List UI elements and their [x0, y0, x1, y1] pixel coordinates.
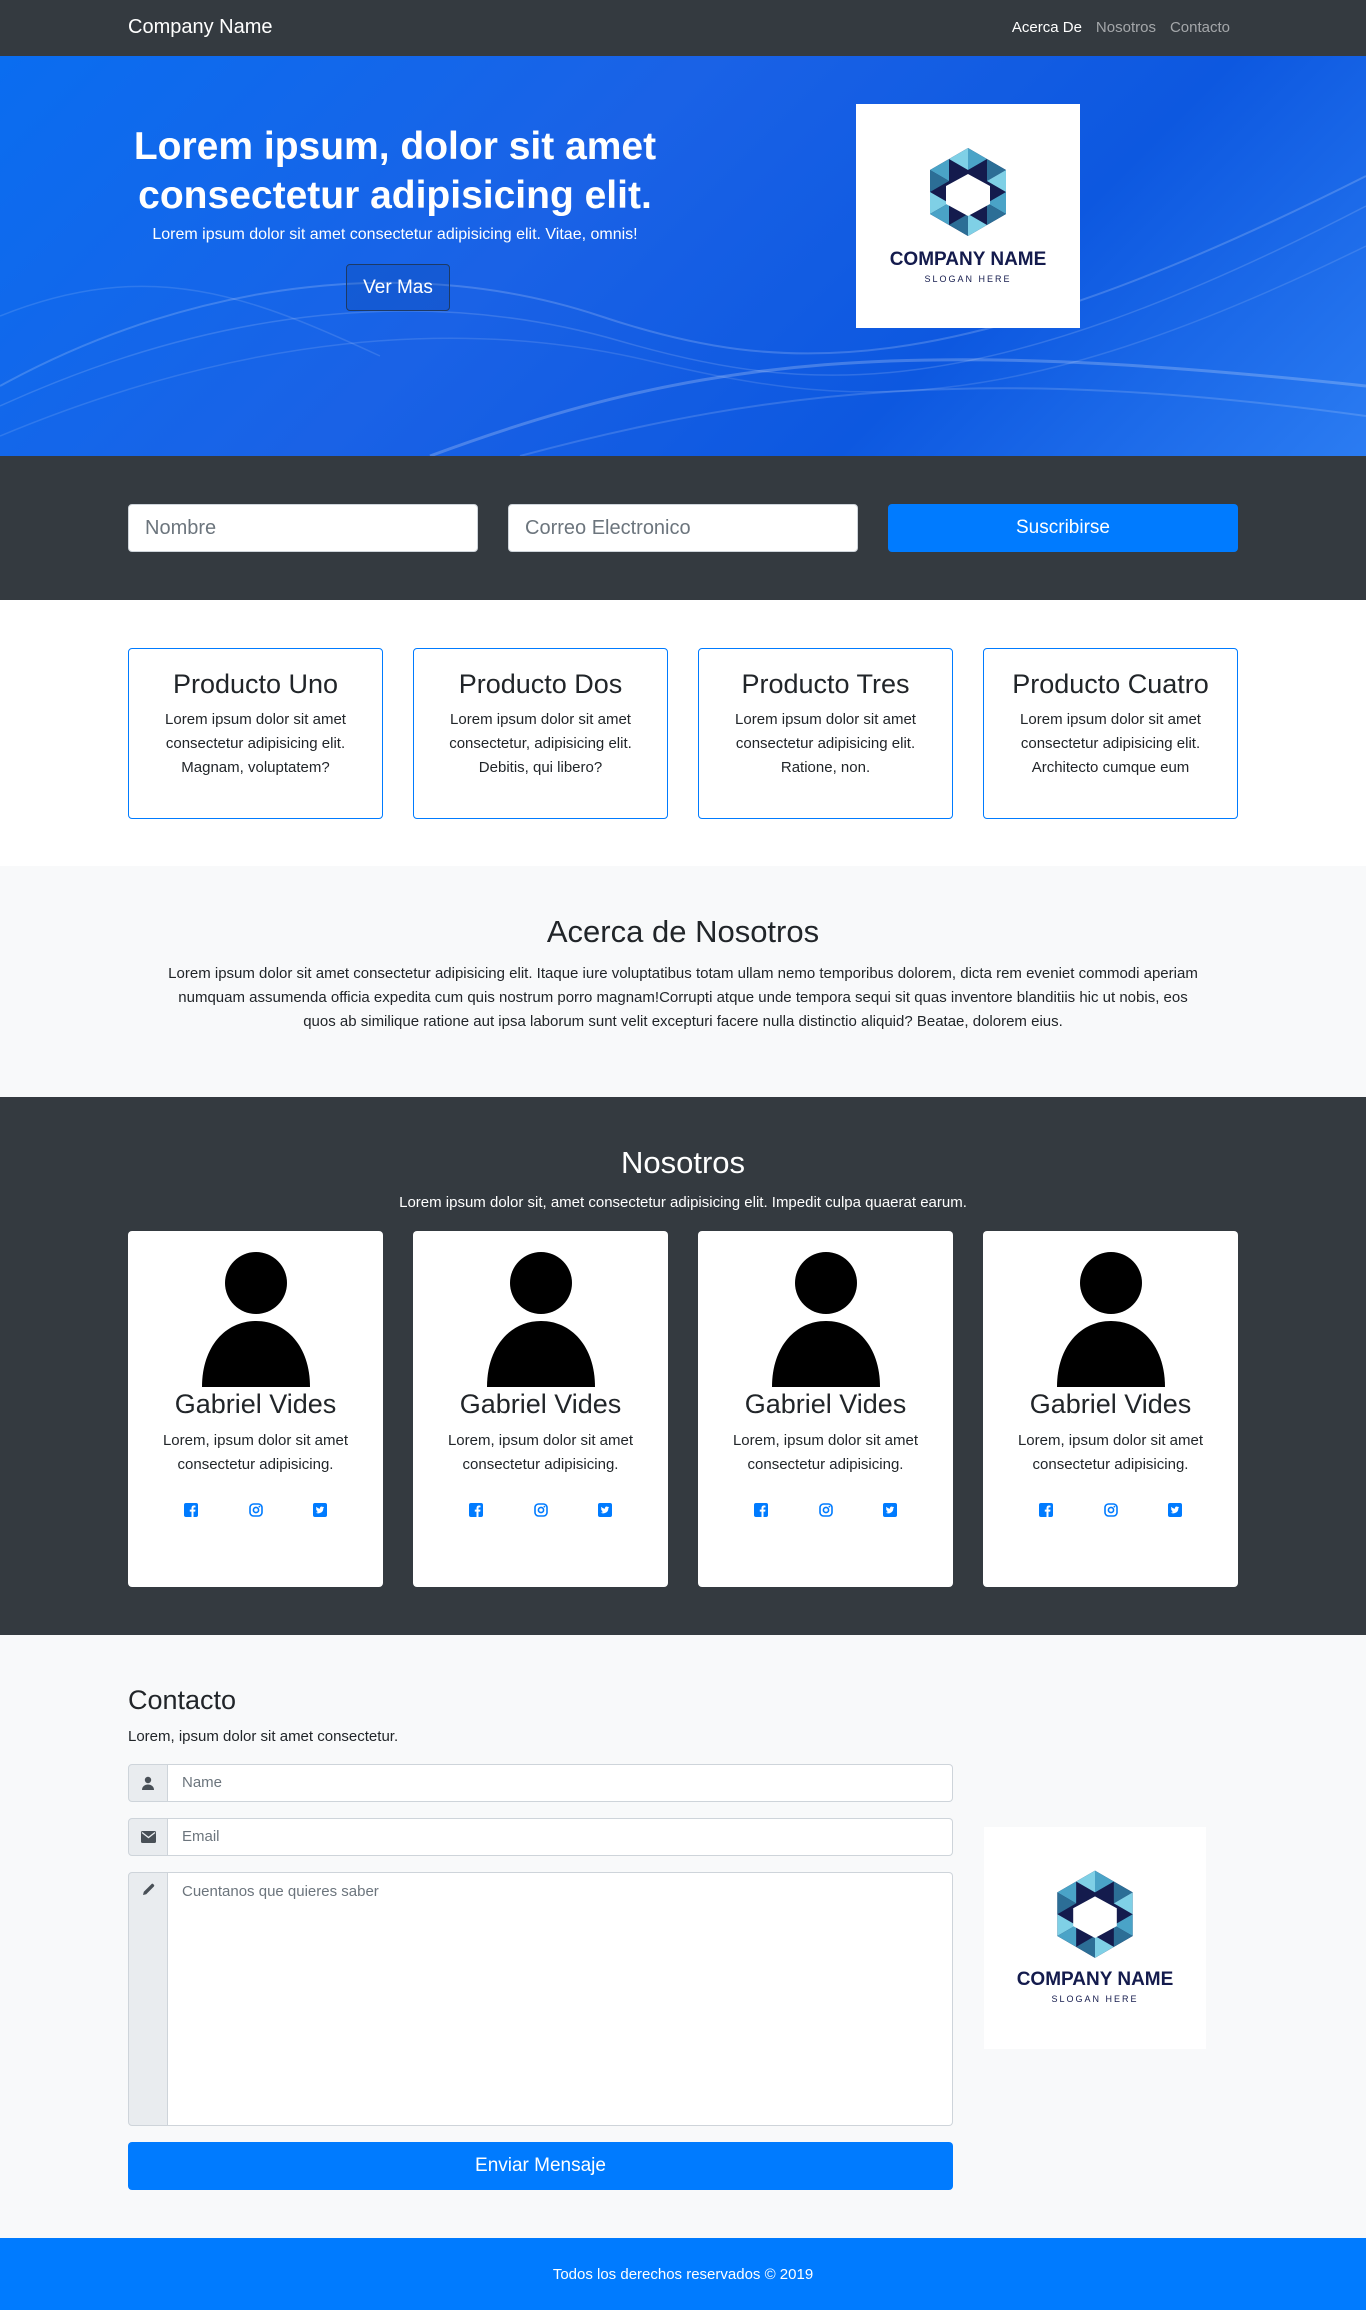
product-text: Lorem ipsum dolor sit amet consectetur a… [165, 711, 346, 776]
email-input-group: Email [128, 1818, 953, 1856]
footer-text: Todos los derechos reservados © 2019 [552, 2265, 814, 2283]
twitter-icon[interactable] [883, 1503, 897, 1517]
product-card[interactable]: Producto Uno Lorem ipsum dolor sit amet … [128, 648, 383, 819]
nav-links: Acerca De Nosotros Contacto [1012, 19, 1230, 36]
member-card: Gabriel Vides Lorem, ipsum dolor sit ame… [983, 1231, 1238, 1587]
product-text: Lorem ipsum dolor sit amet consectetur, … [449, 711, 632, 776]
product-card[interactable]: Producto Dos Lorem ipsum dolor sit amet … [413, 648, 668, 819]
hexagon-logo-icon [1057, 1870, 1133, 1958]
team-subtitle: Lorem ipsum dolor sit, amet consectetur … [399, 1194, 967, 1211]
social-links [469, 1503, 612, 1517]
contact-logo-slogan: SLOGAN HERE [1051, 1994, 1139, 2004]
product-title: Producto Tres [741, 669, 910, 699]
social-links [184, 1503, 327, 1517]
product-card[interactable]: Producto Tres Lorem ipsum dolor sit amet… [698, 648, 953, 819]
contact-name-input[interactable]: Name [168, 1764, 953, 1802]
contact-email-input[interactable]: Email [168, 1818, 953, 1856]
user-avatar-icon [1057, 1252, 1165, 1387]
hero-subtitle: Lorem ipsum dolor sit amet consectetur a… [152, 226, 638, 243]
member-text: Lorem, ipsum dolor sit amet consectetur … [447, 1432, 634, 1473]
product-title: Producto Dos [458, 669, 623, 699]
contact-company-logo [984, 1827, 1206, 2049]
member-name: Gabriel Vides [459, 1389, 622, 1419]
message-input-group: Cuentanos que quieres saber [128, 1872, 953, 2126]
about-title: Acerca de Nosotros [546, 914, 820, 949]
name-input-group: Name [128, 1764, 953, 1802]
contact-subtitle: Lorem, ipsum dolor sit amet consectetur. [128, 1728, 399, 1745]
product-text: Lorem ipsum dolor sit amet consectetur a… [735, 711, 916, 776]
social-links [754, 1503, 897, 1517]
footer: Todos los derechos reservados © 2019 [0, 2238, 1366, 2310]
contact-title: Contacto [128, 1685, 237, 1715]
subscribe-section: Nombre Correo Electronico Suscribirse [0, 456, 1366, 600]
facebook-icon[interactable] [754, 1503, 768, 1517]
ver-mas-button[interactable]: Ver Mas [346, 264, 450, 311]
member-text: Lorem, ipsum dolor sit amet consectetur … [732, 1432, 919, 1473]
navbar: Company Name Acerca De Nosotros Contacto [0, 0, 1366, 56]
hero-company-logo [856, 104, 1080, 328]
team-title: Nosotros [620, 1145, 746, 1180]
hero-logo-slogan: SLOGAN HERE [924, 274, 1012, 284]
about-text: Lorem ipsum dolor sit amet consectetur a… [168, 965, 1198, 1030]
facebook-icon[interactable] [469, 1503, 483, 1517]
nav-link-nosotros[interactable]: Nosotros [1096, 19, 1156, 36]
hero-logo-name: COMPANY NAME [889, 249, 1047, 270]
product-title: Producto Cuatro [1012, 669, 1209, 699]
team-section: Nosotros Lorem ipsum dolor sit, amet con… [0, 1097, 1366, 1635]
nav-link-contacto[interactable]: Contacto [1170, 19, 1230, 36]
hexagon-logo-icon [930, 148, 1006, 236]
social-links [1039, 1503, 1182, 1517]
twitter-icon[interactable] [598, 1503, 612, 1517]
user-avatar-icon [202, 1252, 310, 1387]
member-card: Gabriel Vides Lorem, ipsum dolor sit ame… [413, 1231, 668, 1587]
hero-wave-background [0, 175, 1366, 456]
member-name: Gabriel Vides [1029, 1389, 1192, 1419]
member-text: Lorem, ipsum dolor sit amet consectetur … [162, 1432, 349, 1473]
hero-section: Lorem ipsum, dolor sit amet consectetur … [0, 56, 1366, 456]
instagram-icon[interactable] [533, 1503, 548, 1517]
user-avatar-icon [487, 1252, 595, 1387]
product-title: Producto Uno [172, 669, 339, 699]
hero-title: Lorem ipsum, dolor sit amet consectetur … [133, 125, 657, 217]
member-text: Lorem, ipsum dolor sit amet consectetur … [1017, 1432, 1204, 1473]
facebook-icon[interactable] [1039, 1503, 1053, 1517]
product-text: Lorem ipsum dolor sit amet consectetur a… [1020, 711, 1201, 776]
suscribirse-button[interactable]: Suscribirse [888, 504, 1238, 552]
member-card: Gabriel Vides Lorem, ipsum dolor sit ame… [128, 1231, 383, 1587]
twitter-icon[interactable] [313, 1503, 327, 1517]
about-section: Acerca de Nosotros Lorem ipsum dolor sit… [0, 866, 1366, 1097]
user-icon [128, 1764, 168, 1802]
nombre-input[interactable]: Nombre [128, 504, 478, 552]
user-avatar-icon [772, 1252, 880, 1387]
facebook-icon[interactable] [184, 1503, 198, 1517]
brand[interactable]: Company Name [128, 16, 273, 39]
instagram-icon[interactable] [818, 1503, 833, 1517]
member-name: Gabriel Vides [174, 1389, 337, 1419]
instagram-icon[interactable] [248, 1503, 263, 1517]
member-name: Gabriel Vides [744, 1389, 907, 1419]
contact-section: Contacto Lorem, ipsum dolor sit amet con… [0, 1635, 1366, 2238]
member-card: Gabriel Vides Lorem, ipsum dolor sit ame… [698, 1231, 953, 1587]
pencil-icon [128, 1872, 168, 2126]
enviar-mensaje-button[interactable]: Enviar Mensaje [128, 2142, 953, 2190]
product-card[interactable]: Producto Cuatro Lorem ipsum dolor sit am… [983, 648, 1238, 819]
twitter-icon[interactable] [1168, 1503, 1182, 1517]
contact-logo-name: COMPANY NAME [1016, 1969, 1174, 1990]
envelope-icon [128, 1818, 168, 1856]
correo-input[interactable]: Correo Electronico [508, 504, 858, 552]
contact-message-textarea[interactable]: Cuentanos que quieres saber [168, 1872, 953, 2126]
products-section: Producto Uno Lorem ipsum dolor sit amet … [0, 600, 1366, 866]
nav-link-acerca-de[interactable]: Acerca De [1012, 19, 1082, 36]
instagram-icon[interactable] [1103, 1503, 1118, 1517]
